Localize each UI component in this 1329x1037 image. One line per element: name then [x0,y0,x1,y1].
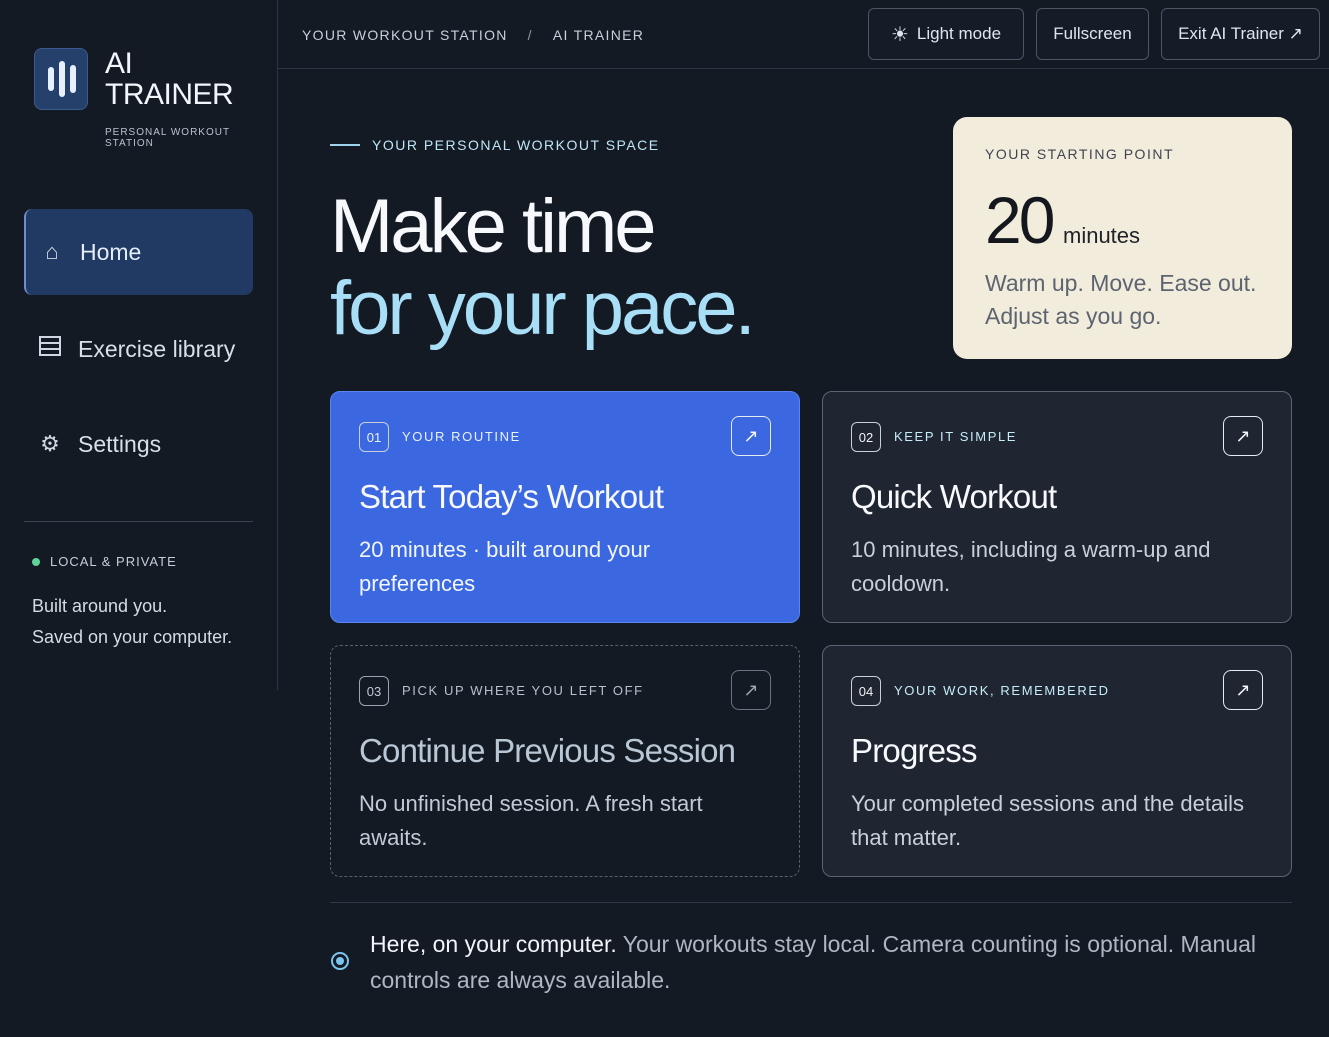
exit-ai-trainer-button[interactable]: Exit AI Trainer ↗ [1161,8,1320,60]
card-title: Start Today’s Workout [359,478,664,515]
starting-point-description: Warm up. Move. Ease out. Adjust as you g… [985,270,1257,329]
card-number-badge: 04 [851,676,881,706]
sun-icon: ☀ [890,23,909,46]
footer-note: Here, on your computer. Your workouts st… [370,926,1300,998]
card-title: Continue Previous Session [359,732,736,769]
sidebar-item-label: Settings [78,430,162,457]
card-description: 20 minutes · built around your preferenc… [359,537,651,596]
starting-point-card: YOUR STARTING POINT 20 minutes Warm up. … [953,117,1292,359]
card-title: Progress [851,732,977,769]
exit-label: Exit AI Trainer ↗ [1178,24,1303,43]
app-title: AI TRAINER [105,48,265,110]
breadcrumb-separator: / [527,27,533,43]
sidebar-border [277,0,278,690]
radio-dot-icon [331,952,349,970]
arrow-up-right-icon[interactable]: ↗ [731,670,771,710]
privacy-line-1: Built around you. [32,596,168,616]
card-kicker: YOUR ROUTINE [402,429,521,444]
start-workout-card[interactable]: 01 YOUR ROUTINE ↗ Start Today’s Workout … [330,391,800,623]
hero-eyebrow: YOUR PERSONAL WORKOUT SPACE [330,137,660,153]
sidebar-item-settings[interactable]: ⚙ Settings [24,401,253,487]
sidebar-item-home[interactable]: ⌂ Home [24,209,253,295]
card-description: No unfinished session. A fresh start awa… [359,791,703,850]
card-kicker: KEEP IT SIMPLE [894,429,1018,444]
sidebar-item-label: Exercise library [78,335,236,362]
hero-eyebrow-text: YOUR PERSONAL WORKOUT SPACE [372,137,660,153]
card-number-badge: 01 [359,422,389,452]
fullscreen-label: Fullscreen [1053,24,1132,43]
hero-title-line1: Make time [330,184,657,269]
home-icon: ⌂ [45,239,59,264]
app-subtitle: PERSONAL WORKOUT STATION [105,127,230,149]
logo-icon [34,48,88,110]
privacy-badge: LOCAL & PRIVATE [32,554,177,569]
app-title-line1: AI [105,47,133,80]
breadcrumb: YOUR WORKOUT STATION / AI TRAINER [302,27,644,43]
starting-point-label: YOUR STARTING POINT [985,146,1174,162]
footer-divider [330,902,1292,903]
arrow-up-right-icon[interactable]: ↗ [1223,416,1263,456]
fullscreen-button[interactable]: Fullscreen [1036,8,1149,60]
progress-card[interactable]: 04 YOUR WORK, REMEMBERED ↗ Progress Your… [822,645,1292,877]
privacy-line-2: Saved on your computer. [32,627,233,647]
card-number-badge: 02 [851,422,881,452]
app-title-line2: TRAINER [105,78,234,111]
privacy-badge-label: LOCAL & PRIVATE [50,554,177,569]
breadcrumb-item-workout-station[interactable]: YOUR WORKOUT STATION [302,27,508,43]
starting-point-unit: minutes [1063,223,1141,248]
status-dot-icon [32,557,40,566]
arrow-up-right-icon[interactable]: ↗ [1223,670,1263,710]
sidebar: AI TRAINER PERSONAL WORKOUT STATION ⌂ Ho… [0,0,278,1037]
sidebar-divider [24,521,253,522]
card-number-badge: 03 [359,676,389,706]
eyebrow-line [330,144,360,146]
sidebar-item-exercise-library[interactable]: Exercise library [24,306,253,392]
top-bar: YOUR WORKOUT STATION / AI TRAINER ☀ Ligh… [278,0,1329,69]
footer-note-strong: Here, on your computer. [370,931,617,957]
card-kicker: PICK UP WHERE YOU LEFT OFF [402,683,644,698]
card-kicker: YOUR WORK, REMEMBERED [894,683,1110,698]
hero-title-line2: for your pace. [330,266,756,351]
starting-point-value: 20 [985,183,1055,257]
card-description: 10 minutes, including a warm-up and cool… [851,537,1211,596]
gear-icon: ⚙ [40,431,60,456]
quick-workout-card[interactable]: 02 KEEP IT SIMPLE ↗ Quick Workout 10 min… [822,391,1292,623]
breadcrumb-item-ai-trainer: AI TRAINER [552,27,645,43]
sidebar-item-label: Home [80,238,142,265]
list-icon [38,336,62,362]
arrow-up-right-icon[interactable]: ↗ [731,416,771,456]
card-title: Quick Workout [851,478,1057,515]
continue-session-card[interactable]: 03 PICK UP WHERE YOU LEFT OFF ↗ Continue… [330,645,800,877]
card-description: Your completed sessions and the details … [851,791,1244,850]
light-mode-button[interactable]: ☀ Light mode [868,8,1024,60]
light-mode-label: Light mode [916,24,1002,43]
